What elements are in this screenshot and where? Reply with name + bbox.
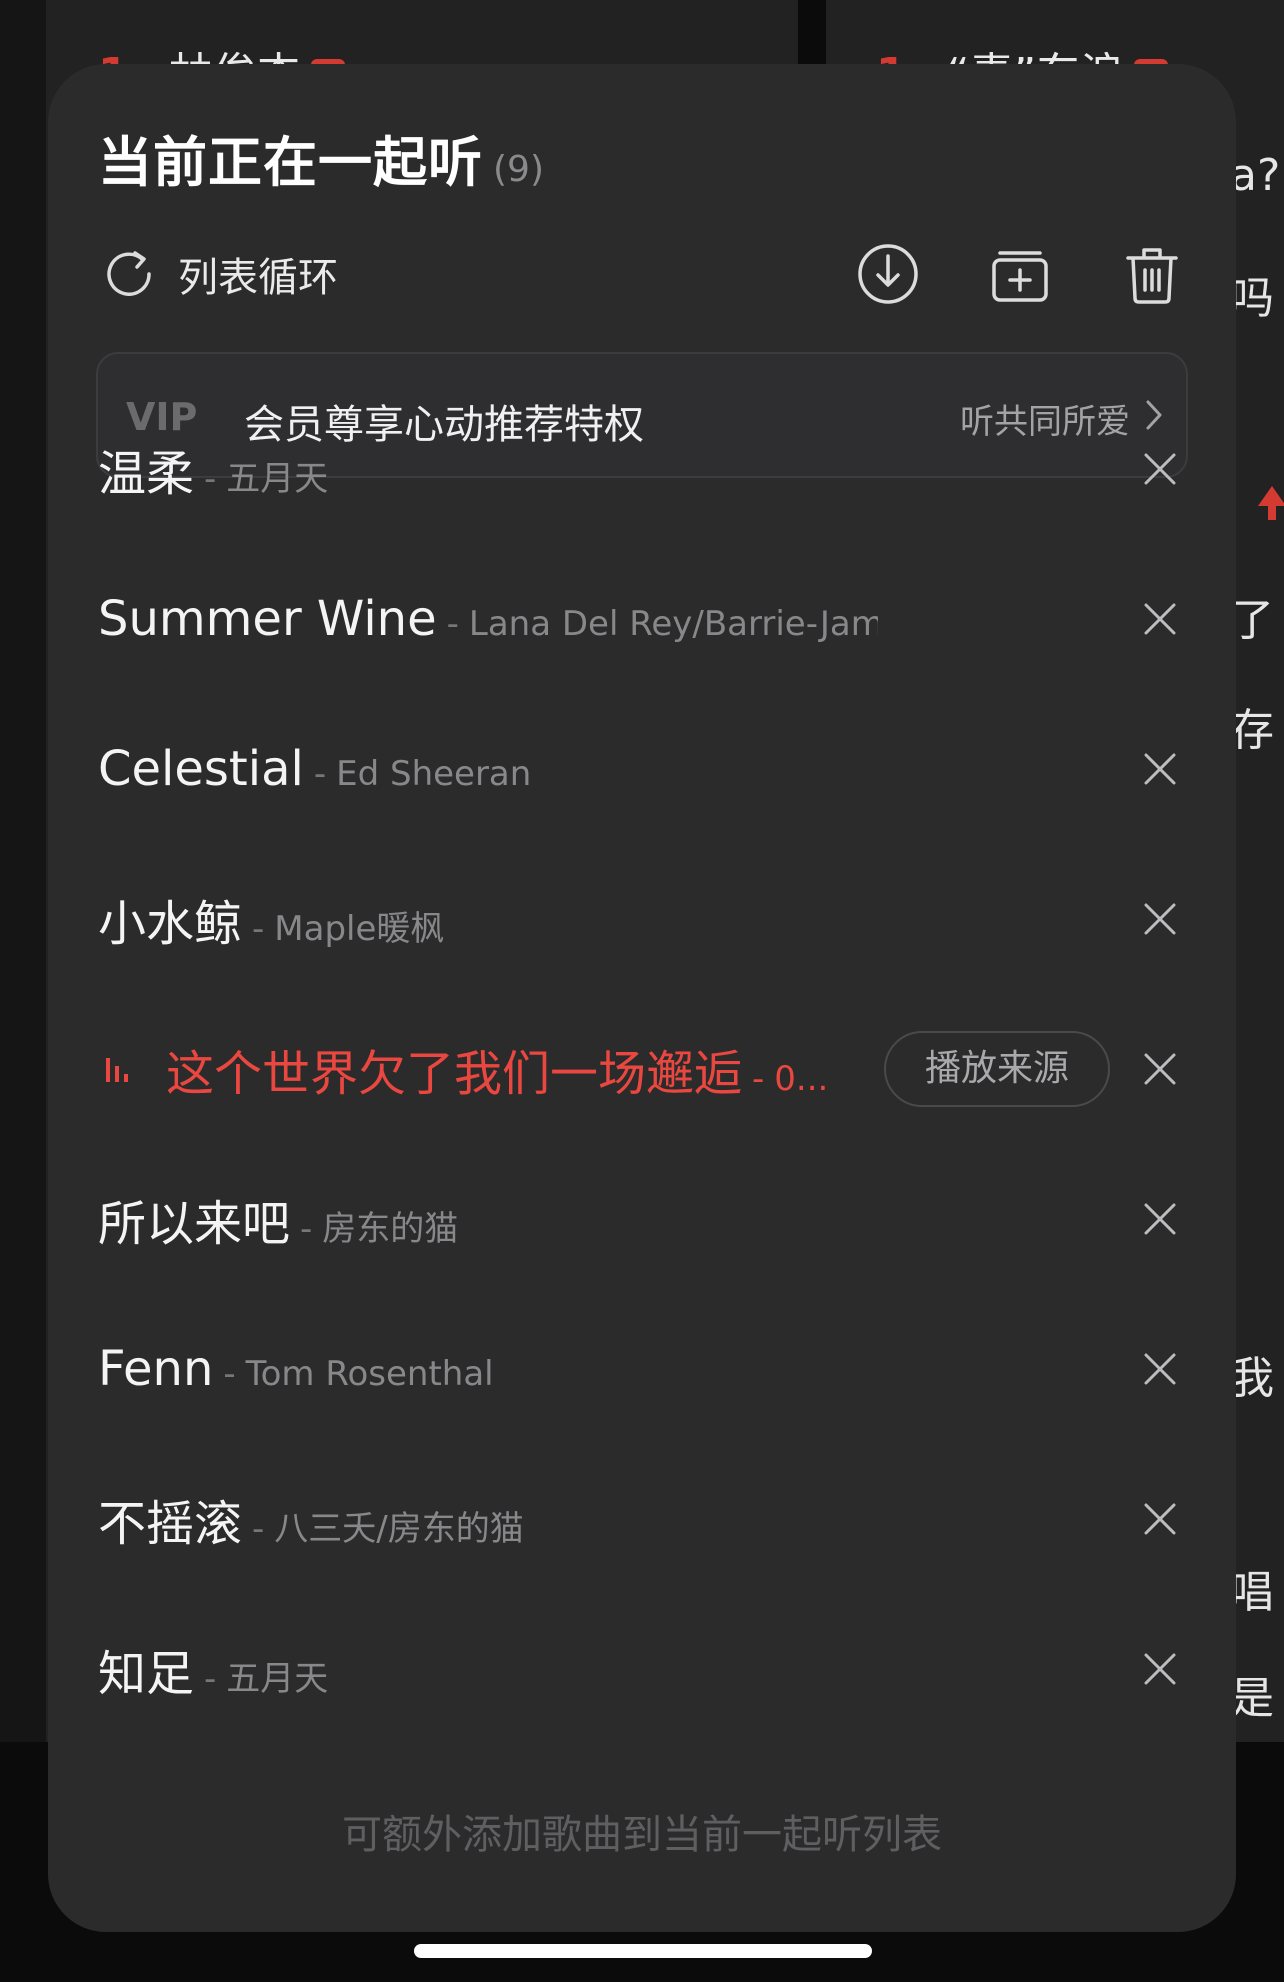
song-row[interactable]: 温柔 - 五月天 — [48, 394, 1236, 544]
song-artist: 五月天 — [226, 459, 329, 499]
song-row[interactable]: 所以来吧 - 房东的猫 — [48, 1144, 1236, 1294]
background-fragment: 了 — [1230, 595, 1274, 646]
download-icon — [858, 244, 918, 304]
remove-song-icon[interactable] — [1143, 752, 1177, 786]
add-to-folder-icon — [992, 251, 1048, 302]
song-row[interactable]: 不摇滚 - 八三夭/房东的猫 — [48, 1444, 1236, 1594]
remove-song-icon[interactable] — [1143, 1352, 1177, 1386]
song-artist: 五月天 — [226, 1659, 329, 1699]
song-artist: Maple暖枫 — [274, 909, 445, 949]
add-songs-hint[interactable]: 可额外添加歌曲到当前一起听列表 — [48, 1802, 1236, 1860]
background-fragment: 我 — [1230, 1353, 1274, 1404]
now-playing-icon — [106, 1058, 128, 1082]
play-mode-button[interactable]: 列表循环 — [102, 244, 338, 304]
song-title: 知足 — [98, 1646, 195, 1702]
song-artist: Tom Rosenthal — [245, 1354, 494, 1394]
song-title: 小水鲸 — [98, 896, 243, 952]
home-indicator[interactable] — [414, 1944, 872, 1958]
background-fragment: 吗 — [1230, 273, 1274, 324]
song-row[interactable]: 知足 - 五月天 — [48, 1594, 1236, 1744]
sheet-title: 当前正在一起听 — [98, 131, 483, 194]
download-all-button[interactable] — [856, 242, 920, 306]
song-title: 所以来吧 — [98, 1196, 291, 1252]
song-title: 温柔 — [98, 446, 195, 502]
song-artist: Lana Del Rey/Barrie-James — [468, 604, 878, 644]
song-artist: 八三夭/房东的猫 — [274, 1509, 524, 1549]
background-fragment: 存 — [1230, 705, 1274, 756]
background-fragment: 唱 — [1230, 1567, 1274, 1618]
song-count: (9) — [493, 149, 544, 190]
background-fragment: 是 — [1230, 1673, 1274, 1724]
remove-song-icon[interactable] — [1143, 1652, 1177, 1686]
remove-song-icon[interactable] — [1143, 1502, 1177, 1536]
trash-icon — [1126, 248, 1178, 304]
song-title: 不摇滚 — [98, 1496, 243, 1552]
remove-song-icon[interactable] — [1143, 1052, 1177, 1086]
rank-up-icon — [1258, 486, 1284, 520]
add-to-playlist-button[interactable] — [988, 242, 1052, 306]
remove-song-icon[interactable] — [1143, 452, 1177, 486]
play-source-button[interactable]: 播放来源 — [884, 1031, 1110, 1107]
song-title: Summer Wine — [98, 591, 437, 647]
song-row[interactable]: Celestial - Ed Sheeran — [48, 694, 1236, 844]
song-row[interactable]: Fenn - Tom Rosenthal — [48, 1294, 1236, 1444]
song-row-now-playing[interactable]: 这个世界欠了我们一场邂逅 -0... 播放来源 — [48, 994, 1236, 1144]
song-title: Celestial — [98, 741, 304, 797]
song-artist: 0... — [774, 1059, 829, 1099]
song-title: 这个世界欠了我们一场邂逅 — [166, 1046, 743, 1102]
remove-song-icon[interactable] — [1143, 602, 1177, 636]
background-strip — [0, 0, 46, 1742]
remove-song-icon[interactable] — [1143, 1202, 1177, 1236]
listen-together-sheet: 当前正在一起听 (9) 列表循环 VIP 会员尊享心动推荐特权 听共同所爱 温柔… — [48, 64, 1236, 1932]
song-row[interactable]: 小水鲸 - Maple暖枫 — [48, 844, 1236, 994]
song-title: Fenn — [98, 1341, 214, 1397]
play-mode-label: 列表循环 — [178, 255, 338, 301]
remove-song-icon[interactable] — [1143, 902, 1177, 936]
song-artist: 房东的猫 — [322, 1209, 459, 1249]
background-fragment: a? — [1230, 150, 1281, 201]
song-row[interactable]: Summer Wine - Lana Del Rey/Barrie-James — [48, 544, 1236, 694]
sheet-header: 当前正在一起听 (9) — [98, 118, 544, 197]
clear-list-button[interactable] — [1120, 242, 1184, 306]
repeat-icon — [107, 251, 151, 296]
song-artist: Ed Sheeran — [336, 754, 532, 794]
